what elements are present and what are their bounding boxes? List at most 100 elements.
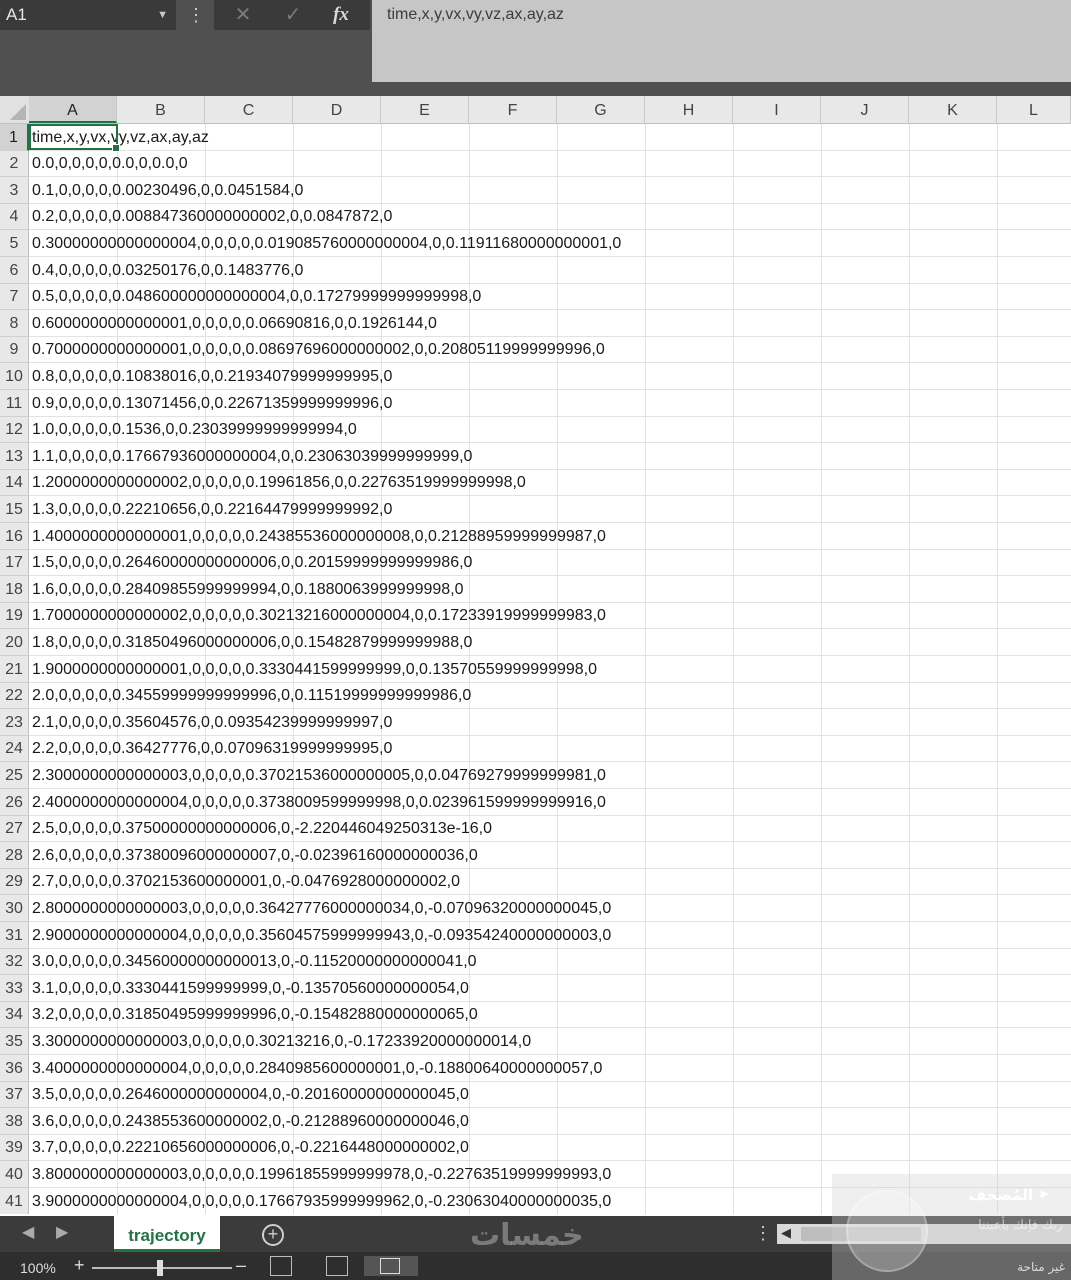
row-header[interactable]: 27 xyxy=(0,816,29,842)
cell-a[interactable]: 0.1,0,0,0,0,0.00230496,0,0.0451584,0 xyxy=(32,177,303,204)
row-header[interactable]: 33 xyxy=(0,975,29,1002)
row-header[interactable]: 34 xyxy=(0,1002,29,1028)
row-header[interactable]: 32 xyxy=(0,949,29,975)
cell-a[interactable]: 3.3000000000000003,0,0,0,0,0.30213216,0,… xyxy=(32,1028,531,1055)
row-header[interactable]: 35 xyxy=(0,1028,29,1055)
cell-a[interactable]: 1.9000000000000001,0,0,0,0,0.33304415999… xyxy=(32,656,597,683)
cell-a[interactable]: 3.2,0,0,0,0,0.31850495999999996,0,-0.154… xyxy=(32,1002,478,1028)
fill-handle[interactable] xyxy=(112,144,120,152)
cell-a[interactable]: 2.4000000000000004,0,0,0,0,0.37380095999… xyxy=(32,789,606,816)
cell-a[interactable]: 2.7,0,0,0,0,0.3702153600000001,0,-0.0476… xyxy=(32,869,460,895)
row-header[interactable]: 14 xyxy=(0,470,29,496)
zoom-in-icon[interactable]: + xyxy=(74,1255,85,1276)
zoom-slider-thumb[interactable] xyxy=(157,1260,163,1276)
normal-view-button[interactable] xyxy=(364,1256,418,1276)
row-header[interactable]: 10 xyxy=(0,363,29,390)
cell-a[interactable]: 0.0,0,0,0,0,0.0,0,0.0,0 xyxy=(32,151,188,177)
cell-a[interactable]: 3.4000000000000004,0,0,0,0,0.28409856000… xyxy=(32,1055,602,1082)
page-break-view-icon[interactable] xyxy=(270,1256,292,1276)
select-all-button[interactable] xyxy=(0,96,29,123)
column-header-f[interactable]: F xyxy=(469,96,557,123)
scroll-left-icon[interactable]: ◀ xyxy=(781,1225,791,1241)
cell-a[interactable]: 3.9000000000000004,0,0,0,0,0.17667935999… xyxy=(32,1188,611,1214)
row-header[interactable]: 41 xyxy=(0,1188,29,1214)
row-header[interactable]: 17 xyxy=(0,550,29,576)
column-header-i[interactable]: I xyxy=(733,96,821,123)
cell-a[interactable]: 2.0,0,0,0,0,0.34559999999999996,0,0.1151… xyxy=(32,683,471,709)
row-header[interactable]: 22 xyxy=(0,683,29,709)
row-header[interactable]: 11 xyxy=(0,390,29,417)
row-header[interactable]: 39 xyxy=(0,1135,29,1161)
row-header[interactable]: 30 xyxy=(0,895,29,922)
cell-a[interactable]: 0.30000000000000004,0,0,0,0,0.0190857600… xyxy=(32,230,621,257)
cell-a[interactable]: 3.1,0,0,0,0,0.3330441599999999,0,-0.1357… xyxy=(32,975,469,1002)
cell-a[interactable]: 3.0,0,0,0,0,0.34560000000000013,0,-0.115… xyxy=(32,949,477,975)
cell-a[interactable]: 0.4,0,0,0,0,0.03250176,0,0.1483776,0 xyxy=(32,257,303,284)
worksheet-grid[interactable]: 1 time,x,y,vx,vy,vz,ax,ay,az 2 0.0,0,0,0,0,… xyxy=(0,124,1071,1214)
cell-a[interactable]: 2.9000000000000004,0,0,0,0,0.35604575999… xyxy=(32,922,611,949)
cell-a[interactable]: 0.8,0,0,0,0,0.10838016,0,0.2193407999999… xyxy=(32,363,392,390)
insert-function-button[interactable]: fx xyxy=(324,0,358,30)
row-header[interactable]: 21 xyxy=(0,656,29,683)
cell-a[interactable]: 1.4000000000000001,0,0,0,0,0.24385536000… xyxy=(32,523,606,550)
column-header-b[interactable]: B xyxy=(117,96,205,123)
cell-a[interactable]: 3.7,0,0,0,0,0.22210656000000006,0,-0.221… xyxy=(32,1135,469,1161)
row-header[interactable]: 12 xyxy=(0,417,29,443)
cell-a[interactable]: 1.7000000000000002,0,0,0,0,0.30213216000… xyxy=(32,603,606,629)
check-icon[interactable]: ✓ xyxy=(276,0,310,30)
zoom-level[interactable]: 100% xyxy=(20,1260,56,1276)
row-header[interactable]: 29 xyxy=(0,869,29,895)
column-header-c[interactable]: C xyxy=(205,96,293,123)
chevron-down-icon[interactable]: ▼ xyxy=(157,0,168,30)
cell-a[interactable]: 1.3,0,0,0,0,0.22210656,0,0.2216447999999… xyxy=(32,496,392,523)
more-options-icon[interactable]: ⋮ xyxy=(184,4,208,26)
cell-a[interactable]: 1.1,0,0,0,0,0.17667936000000004,0,0.2306… xyxy=(32,443,472,470)
cell-a[interactable]: 3.8000000000000003,0,0,0,0,0.19961855999… xyxy=(32,1161,611,1188)
row-header[interactable]: 37 xyxy=(0,1082,29,1108)
row-header[interactable]: 8 xyxy=(0,310,29,337)
column-header-k[interactable]: K xyxy=(909,96,997,123)
row-header[interactable]: 26 xyxy=(0,789,29,816)
cell-a[interactable]: 0.6000000000000001,0,0,0,0,0.06690816,0,… xyxy=(32,310,437,337)
more-options-icon[interactable]: ⋮ xyxy=(754,1223,772,1244)
cell-a[interactable]: 0.7000000000000001,0,0,0,0,0.08697696000… xyxy=(32,337,605,363)
cell-a[interactable]: 0.9,0,0,0,0,0.13071456,0,0.2267135999999… xyxy=(32,390,392,417)
row-header[interactable]: 24 xyxy=(0,736,29,762)
cell-a[interactable]: 2.3000000000000003,0,0,0,0,0.37021536000… xyxy=(32,762,606,789)
row-header[interactable]: 19 xyxy=(0,603,29,629)
column-header-d[interactable]: D xyxy=(293,96,381,123)
row-header[interactable]: 6 xyxy=(0,257,29,284)
row-header[interactable]: 4 xyxy=(0,204,29,230)
cell-a[interactable]: 1.2000000000000002,0,0,0,0,0.19961856,0,… xyxy=(32,470,526,496)
row-header[interactable]: 16 xyxy=(0,523,29,550)
row-header[interactable]: 3 xyxy=(0,177,29,204)
cell-a[interactable]: 2.1,0,0,0,0,0.35604576,0,0.0935423999999… xyxy=(32,709,392,736)
row-header[interactable]: 20 xyxy=(0,629,29,656)
column-header-l[interactable]: L xyxy=(997,96,1071,123)
row-header[interactable]: 2 xyxy=(0,151,29,177)
row-header[interactable]: 7 xyxy=(0,284,29,310)
cell-a[interactable]: 2.5,0,0,0,0,0.37500000000000006,0,-2.220… xyxy=(32,816,492,842)
cell-a[interactable]: 2.2,0,0,0,0,0.36427776,0,0.0709631999999… xyxy=(32,736,392,762)
cell-a[interactable]: 3.6,0,0,0,0,0.2438553600000002,0,-0.2128… xyxy=(32,1108,469,1135)
page-layout-view-icon[interactable] xyxy=(326,1256,348,1276)
row-header[interactable]: 15 xyxy=(0,496,29,523)
row-header[interactable]: 23 xyxy=(0,709,29,736)
column-header-a[interactable]: A xyxy=(29,96,117,123)
row-header[interactable]: 36 xyxy=(0,1055,29,1082)
cell-a[interactable]: 0.2,0,0,0,0,0.008847360000000002,0,0.084… xyxy=(32,204,392,230)
cell-a[interactable]: 1.5,0,0,0,0,0.26460000000000006,0,0.2015… xyxy=(32,550,472,576)
cell-a[interactable]: 1.6,0,0,0,0,0.28409855999999994,0,0.1880… xyxy=(32,576,464,603)
row-header[interactable]: 18 xyxy=(0,576,29,603)
cell-a[interactable]: 0.5,0,0,0,0,0.048600000000000004,0,0.172… xyxy=(32,284,481,310)
tab-scroll-left-icon[interactable]: ◀ xyxy=(22,1222,34,1242)
cancel-icon[interactable]: ✕ xyxy=(226,0,260,30)
row-header[interactable]: 38 xyxy=(0,1108,29,1135)
column-header-e[interactable]: E xyxy=(381,96,469,123)
row-header[interactable]: 1 xyxy=(0,124,29,151)
cell-a[interactable]: 1.8,0,0,0,0,0.31850496000000006,0,0.1548… xyxy=(32,629,472,656)
row-header[interactable]: 9 xyxy=(0,337,29,363)
column-header-j[interactable]: J xyxy=(821,96,909,123)
row-header[interactable]: 25 xyxy=(0,762,29,789)
add-sheet-icon[interactable]: + xyxy=(262,1224,284,1246)
